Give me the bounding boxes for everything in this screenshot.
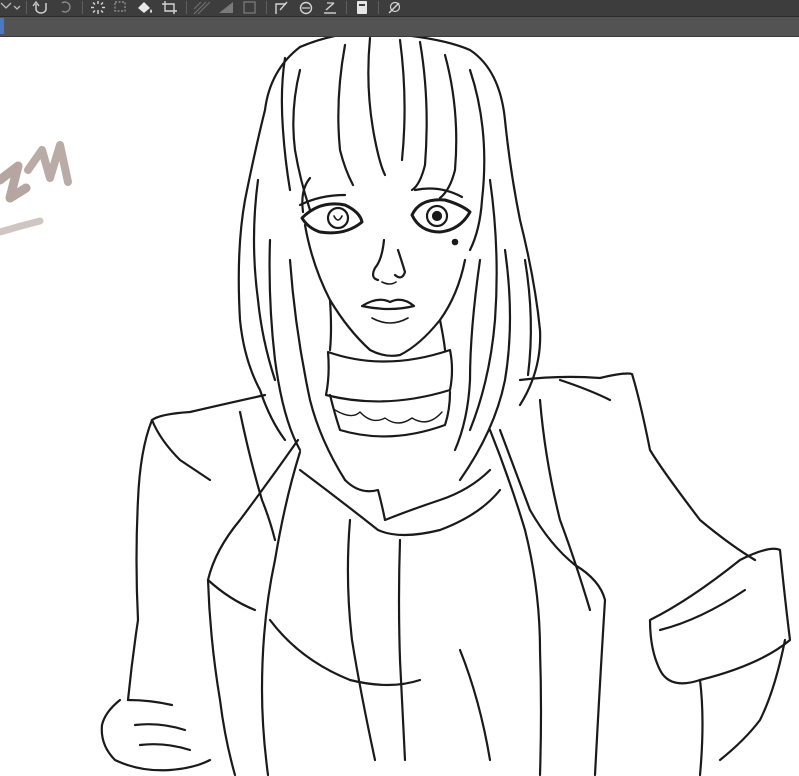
figure-lineart: [100, 37, 792, 776]
shirt-collar: [343, 468, 492, 522]
neck-left: [328, 298, 333, 352]
clipboard-icon[interactable]: [352, 0, 372, 15]
top-toolbar: [0, 0, 799, 17]
pen-icon[interactable]: [384, 0, 404, 15]
canvas-tab-bar: [0, 17, 799, 37]
undo-icon[interactable]: [32, 0, 52, 15]
hatch-icon[interactable]: [192, 0, 212, 15]
neck-right: [438, 318, 447, 352]
hair-outline-right: [298, 37, 542, 407]
bangs: [337, 43, 355, 187]
jacket-lapel-left: [206, 438, 300, 776]
rotate-icon[interactable]: [296, 0, 316, 15]
turtleneck-collar: [324, 348, 454, 403]
shirt-left-edge: [260, 450, 302, 776]
fill-icon[interactable]: [134, 0, 156, 15]
eyebrow-right: [413, 187, 464, 199]
transform-icon[interactable]: [272, 0, 292, 15]
toolbar-separator: [26, 1, 27, 14]
face-jaw: [303, 223, 467, 357]
lineart-drawing: [0, 37, 792, 776]
active-tab-indicator[interactable]: [0, 18, 4, 34]
beauty-mark: [451, 238, 459, 246]
dropdown-icon[interactable]: [0, 0, 22, 15]
eye-left: [300, 202, 364, 235]
crop-icon[interactable]: [160, 0, 180, 15]
shirt-right-edge: [488, 428, 543, 776]
loading-spinner-icon[interactable]: [88, 0, 108, 15]
brush-stroke-sketch: [0, 141, 72, 236]
nose: [371, 238, 407, 282]
toolbar-separator: [266, 1, 267, 14]
hand-left: [100, 698, 212, 772]
iris-left: [326, 206, 350, 230]
redo-icon[interactable]: [56, 0, 76, 15]
toolbar-separator: [346, 1, 347, 14]
lips: [360, 298, 416, 311]
frame-icon[interactable]: [240, 0, 260, 15]
jacket-shoulder-left: [126, 393, 267, 702]
drawing-canvas[interactable]: [0, 37, 799, 776]
sleeve-cuff-right: [648, 547, 792, 685]
toolbar-separator: [82, 1, 83, 14]
text-icon[interactable]: [320, 0, 340, 15]
jacket-shoulder-right: [518, 372, 757, 562]
toolbar-separator: [378, 1, 379, 14]
gradient-icon[interactable]: [216, 0, 236, 15]
toolbar-separator: [186, 1, 187, 14]
selection-icon[interactable]: [112, 0, 130, 15]
